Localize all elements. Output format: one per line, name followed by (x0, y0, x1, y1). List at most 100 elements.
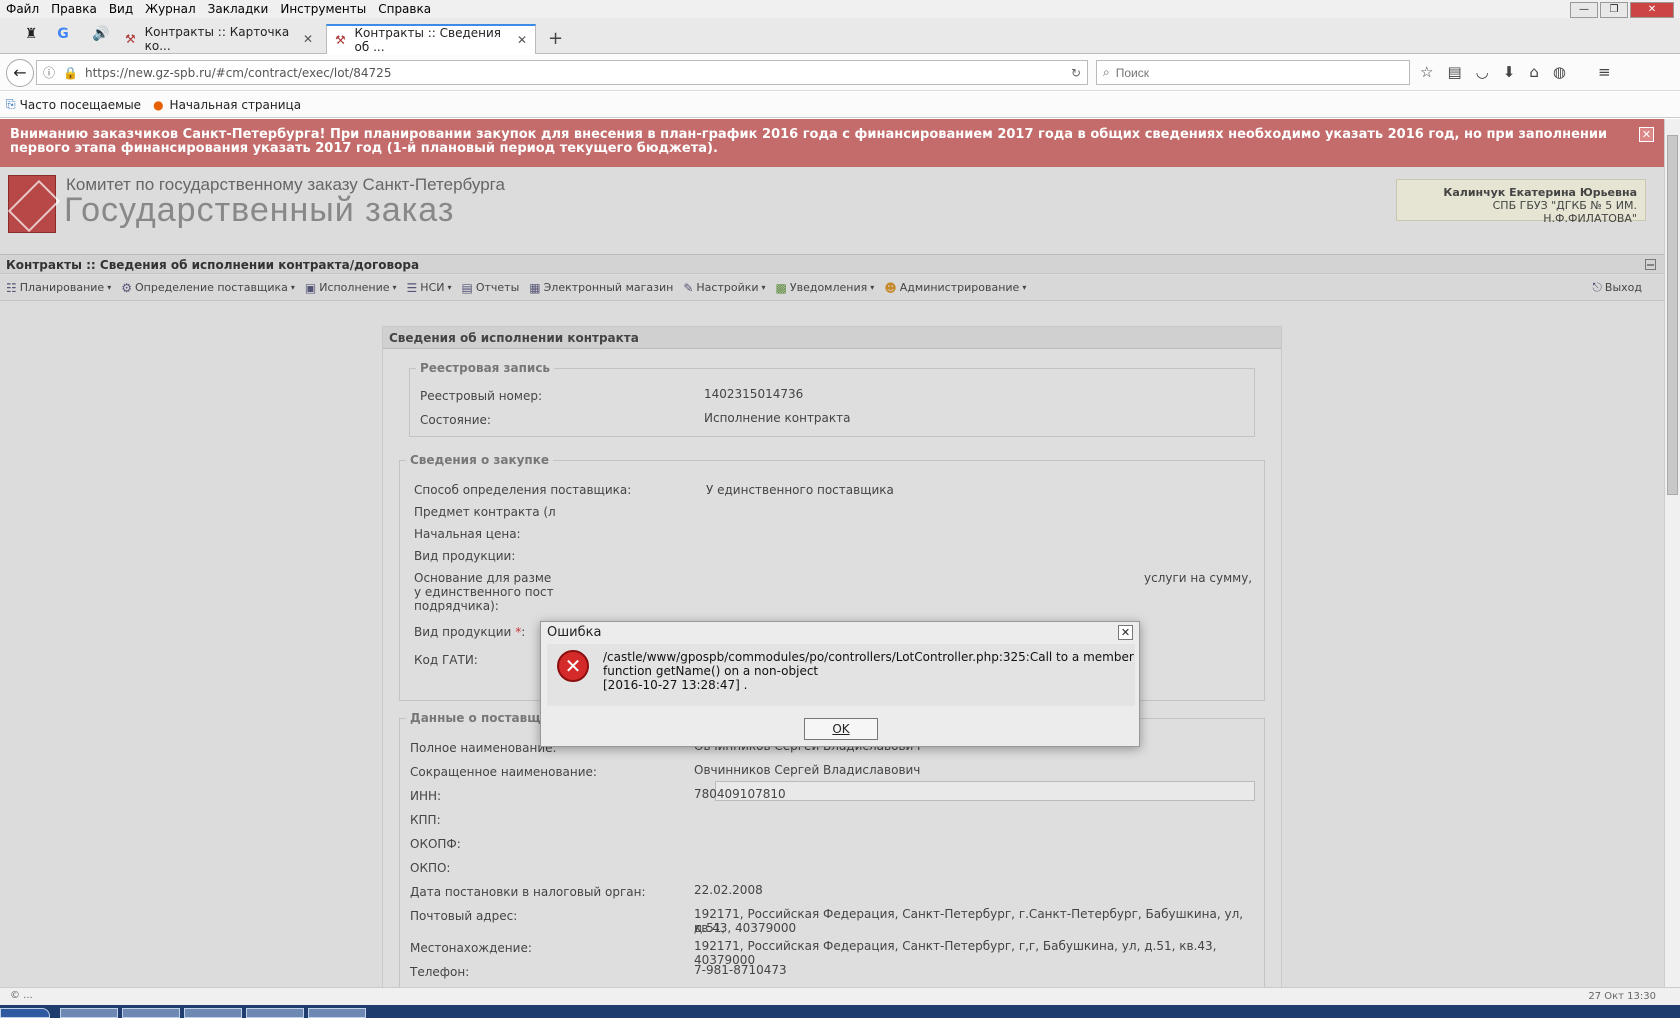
taskbar-item[interactable] (246, 1008, 304, 1018)
menu-view[interactable]: Вид (103, 2, 139, 16)
exit-button[interactable]: ⎋ Выход (1592, 280, 1642, 295)
taskbar-item[interactable] (60, 1008, 118, 1018)
short-name-label: Сокращенное наименование: (410, 765, 597, 779)
list-icon: ☰ (406, 280, 418, 295)
menu-tools[interactable]: Инструменты (274, 2, 372, 16)
menu-bookmarks[interactable]: Закладки (202, 2, 275, 16)
reload-icon[interactable]: ↻ (1071, 66, 1081, 80)
back-button[interactable]: ← (6, 59, 34, 87)
dialog-close-icon[interactable]: ✕ (1118, 625, 1133, 640)
tab-contract-card[interactable]: ⚒ Контракты :: Карточка ко... ✕ (116, 24, 322, 54)
info-icon[interactable]: ⓘ (43, 64, 59, 81)
hammer-icon: ⚒ (125, 32, 136, 46)
os-taskbar (0, 1005, 1680, 1018)
menu-help[interactable]: Справка (372, 2, 437, 16)
menu-planning[interactable]: ☷ Планирование ▾ (6, 281, 111, 295)
menu-notifications[interactable]: ▩ Уведомления ▾ (776, 281, 875, 295)
bookmark-star-icon[interactable]: ☆ (1420, 63, 1433, 81)
page-content: Вниманию заказчиков Санкт-Петербурга! Пр… (0, 119, 1664, 987)
abp-icon[interactable]: ◍ (1553, 63, 1566, 81)
restore-button[interactable]: ❐ (1600, 2, 1628, 18)
tab-label: Контракты :: Сведения об ... (354, 26, 502, 54)
phone-value: 7-981-8710473 (694, 963, 787, 977)
menu-label: Определение поставщика (134, 281, 288, 294)
product-type-required-label: Вид продукции *: (414, 625, 526, 639)
subject-label: Предмет контракта (л (414, 505, 556, 519)
required-marker: * (515, 625, 522, 639)
status-bar: © ... 27 Окт 13:30 (0, 987, 1680, 1005)
pinned-tab-emblem-icon[interactable]: ♜ (18, 26, 44, 48)
search-input[interactable] (1115, 65, 1376, 80)
bookmark-label: Часто посещаемые (19, 97, 142, 112)
scrollbar-thumb[interactable] (1667, 135, 1678, 495)
location-label: Местонахождение: (410, 941, 532, 955)
notice-close-icon[interactable]: ✕ (1639, 127, 1654, 142)
url-text[interactable]: https://new.gz-spb.ru/#cm/contract/exec/… (85, 66, 391, 80)
menu-administration[interactable]: ☻ Администрирование ▾ (884, 281, 1026, 295)
start-button[interactable] (0, 1008, 50, 1018)
bookmark-most-visited[interactable]: ⎘ Часто посещаемые (6, 97, 141, 112)
chevron-down-icon: ▾ (392, 283, 397, 292)
bookmark-label: Начальная страница (169, 97, 302, 112)
browser-menubar: Файл Правка Вид Журнал Закладки Инструме… (0, 0, 1680, 18)
report-icon: ▤ (461, 280, 473, 295)
error-message: /castle/www/gpospb/commodules/po/control… (603, 650, 1134, 692)
pinned-tab-speaker-icon[interactable]: 🔊 (88, 26, 114, 48)
menu-edit[interactable]: Правка (45, 2, 103, 16)
menu-settings[interactable]: ✎ Настройки ▾ (683, 281, 765, 295)
method-label: Способ определения поставщика: (414, 483, 632, 497)
menu-execution[interactable]: ▣ Исполнение ▾ (305, 281, 397, 295)
method-value: У единственного поставщика (706, 483, 894, 497)
dialog-body: ✕ /castle/www/gpospb/commodules/po/contr… (547, 644, 1135, 706)
menu-label: НСИ (420, 281, 445, 294)
home-icon[interactable]: ⌂ (1529, 63, 1539, 81)
tab-contract-execution[interactable]: ⚒ Контракты :: Сведения об ... ✕ (326, 24, 536, 54)
window-close-button[interactable]: ✕ (1630, 2, 1674, 18)
user-organization: СПБ ГБУЗ "ДГКБ № 5 ИМ. Н.Ф.ФИЛАТОВА" (1492, 199, 1637, 225)
status-text: © ... (10, 990, 33, 1001)
inn-value: 780409107810 (694, 787, 786, 801)
collapse-icon[interactable]: — (1645, 259, 1656, 270)
tab-close-icon[interactable]: ✕ (517, 33, 527, 47)
new-tab-icon[interactable]: + (548, 28, 563, 49)
reading-list-icon[interactable]: ▤ (1447, 63, 1461, 81)
hamburger-menu-icon[interactable]: ≡ (1598, 63, 1611, 81)
page-scrollbar[interactable] (1664, 119, 1680, 987)
download-icon[interactable]: ⬇ (1503, 63, 1516, 81)
pinned-tab-google-icon[interactable]: G (50, 26, 76, 48)
cart-icon: ▦ (529, 280, 541, 295)
search-icon: ⌕ (1103, 65, 1110, 79)
basis-label: Основание для разме (414, 571, 552, 585)
spb-emblem-logo (8, 175, 56, 233)
menu-nsi[interactable]: ☰ НСИ ▾ (407, 281, 452, 295)
wrench-icon: ✎ (683, 280, 694, 295)
panel-title: Сведения об исполнении контракта (383, 327, 1281, 349)
bookmark-start-page[interactable]: ● Начальная страница (153, 98, 301, 112)
full-name-label: Полное наименование: (410, 741, 557, 755)
chevron-down-icon: ▾ (761, 283, 766, 292)
chevron-down-icon: ▾ (290, 283, 295, 292)
tab-close-icon[interactable]: ✕ (303, 32, 313, 46)
menu-label: Исполнение (319, 281, 390, 294)
url-bar[interactable]: ⓘ 🔒 https://new.gz-spb.ru/#cm/contract/e… (36, 60, 1088, 85)
menu-history[interactable]: Журнал (139, 2, 202, 16)
chevron-down-icon: ▾ (107, 283, 112, 292)
minimize-button[interactable]: — (1570, 2, 1598, 18)
registry-fieldset: Реестровая запись Реестровый номер: 1402… (409, 361, 1255, 437)
menu-supplier-selection[interactable]: ⚙ Определение поставщика ▾ (121, 281, 295, 295)
state-value: Исполнение контракта (704, 411, 851, 425)
pocket-icon[interactable]: ◡ (1476, 63, 1489, 81)
notice-banner: Вниманию заказчиков Санкт-Петербурга! Пр… (0, 119, 1664, 167)
initial-price-label: Начальная цена: (414, 527, 521, 541)
menu-e-shop[interactable]: ▦ Электронный магазин (529, 281, 673, 295)
lock-icon: 🔒 (63, 65, 78, 80)
menu-reports[interactable]: ▤ Отчеты (462, 281, 520, 295)
search-bar[interactable]: ⌕ (1096, 60, 1410, 85)
ok-button[interactable]: OK (804, 718, 878, 740)
menu-label: Отчеты (475, 281, 520, 294)
taskbar-item[interactable] (122, 1008, 180, 1018)
taskbar-item[interactable] (308, 1008, 366, 1018)
taskbar-item[interactable] (184, 1008, 242, 1018)
menu-file[interactable]: Файл (0, 2, 45, 16)
window-controls: — ❐ ✕ (1570, 2, 1674, 18)
